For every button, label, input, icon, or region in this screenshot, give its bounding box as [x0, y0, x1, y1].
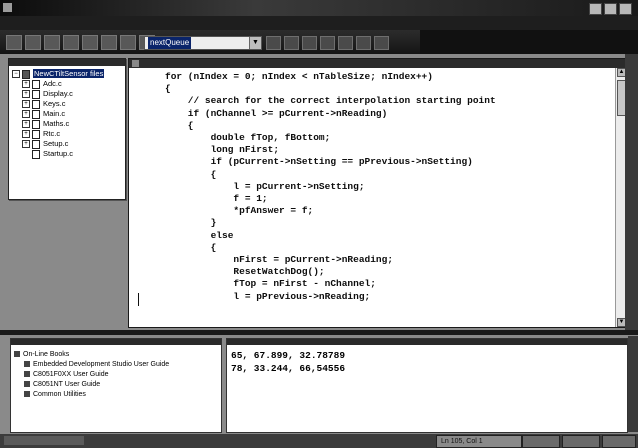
expand-icon[interactable]: +: [22, 100, 30, 109]
expand-icon[interactable]: +: [22, 130, 30, 139]
book-label: Common Utilities: [33, 391, 86, 398]
file-name: Startup.c: [43, 149, 74, 158]
file-tree: − NewCTiltSensor files + Adc.c + Display.c + K…: [9, 66, 125, 159]
file-name: Display.c: [43, 89, 73, 98]
new-file-icon[interactable]: [6, 35, 22, 50]
file-name: Main.c: [43, 109, 66, 118]
window-controls: [589, 3, 632, 15]
minimize-button[interactable]: [589, 3, 602, 15]
book-icon: [24, 371, 30, 378]
function-combo[interactable]: nextQueue ▼: [144, 36, 262, 50]
file-icon: [32, 119, 40, 129]
file-name: Setup.c: [43, 139, 69, 148]
book-item[interactable]: C8051F0XX User Guide: [14, 370, 221, 380]
editor-caption: [129, 59, 626, 68]
code-text[interactable]: for (nIndex = 0; nIndex < nTableSize; nI…: [165, 71, 496, 303]
expand-icon[interactable]: +: [22, 80, 30, 89]
paste-icon[interactable]: [101, 35, 117, 50]
chevron-down-icon[interactable]: ▼: [249, 37, 261, 49]
file-name: Maths.c: [43, 119, 70, 128]
workspace-panel: − NewCTiltSensor files + Adc.c + Display.c + K…: [8, 58, 126, 200]
app-icon: [3, 3, 12, 12]
editor-right-margin: [625, 54, 638, 330]
workspace-caption: [9, 59, 125, 66]
file-name: Rtc.c: [43, 129, 61, 138]
tree-file-item[interactable]: + Display.c: [12, 89, 125, 99]
book-icon: [24, 361, 30, 368]
books-root-label: On-Line Books: [23, 351, 70, 358]
expand-icon[interactable]: +: [22, 120, 30, 129]
step-icon[interactable]: [356, 36, 371, 50]
book-icon: [24, 381, 30, 388]
toolbar-icons: [6, 35, 155, 50]
collapse-icon[interactable]: −: [12, 70, 20, 79]
status-message: [4, 436, 84, 445]
pane-splitter[interactable]: [0, 330, 638, 335]
output-text: 65, 67.899, 32.78789 78, 33.244, 66,5455…: [231, 350, 346, 374]
output-window[interactable]: 65, 67.899, 32.78789 78, 33.244, 66,5455…: [226, 338, 628, 433]
download-icon[interactable]: [302, 36, 317, 50]
build-icon[interactable]: [284, 36, 299, 50]
tree-file-item[interactable]: Startup.c: [12, 149, 125, 159]
books-root[interactable]: On-Line Books: [14, 350, 221, 360]
maximize-button[interactable]: [604, 3, 617, 15]
book-item[interactable]: C8051NT User Guide: [14, 380, 221, 390]
file-icon: [32, 109, 40, 119]
build-toolbar: [266, 36, 389, 50]
text-caret: [138, 293, 139, 306]
run-icon[interactable]: [320, 36, 335, 50]
tree-file-item[interactable]: + Maths.c: [12, 119, 125, 129]
file-icon: [32, 139, 40, 149]
code-editor[interactable]: for (nIndex = 0; nIndex < nTableSize; nI…: [128, 58, 627, 328]
book-label: C8051NT User Guide: [33, 381, 101, 388]
toolbar-dark-area: [420, 30, 638, 54]
file-icon: [32, 99, 40, 109]
output-right-margin: [628, 336, 638, 432]
file-icon: [32, 149, 40, 159]
compile-icon[interactable]: [266, 36, 281, 50]
tree-file-item[interactable]: + Keys.c: [12, 99, 125, 109]
book-item[interactable]: Common Utilities: [14, 390, 221, 400]
tree-file-item[interactable]: + Adc.c: [12, 79, 125, 89]
book-label: C8051F0XX User Guide: [33, 371, 109, 378]
book-label: Embedded Development Studio User Guide: [33, 361, 170, 368]
tree-root-label: NewCTiltSensor files: [33, 69, 105, 78]
menu-bar[interactable]: [0, 16, 638, 30]
tree-file-item[interactable]: + Main.c: [12, 109, 125, 119]
stop-icon[interactable]: [338, 36, 353, 50]
undo-icon[interactable]: [120, 35, 136, 50]
toolbar: nextQueue ▼: [0, 30, 638, 54]
folder-icon: [22, 69, 30, 79]
status-bar: Ln 105, Col 1: [0, 434, 638, 448]
file-name: Adc.c: [43, 79, 62, 88]
document-icon: [132, 60, 139, 67]
save-icon[interactable]: [44, 35, 60, 50]
status-cell: [522, 435, 560, 448]
copy-icon[interactable]: [82, 35, 98, 50]
close-button[interactable]: [619, 3, 632, 15]
tree-file-item[interactable]: + Rtc.c: [12, 129, 125, 139]
status-cell: [602, 435, 636, 448]
expand-icon[interactable]: +: [22, 140, 30, 149]
expand-icon[interactable]: +: [22, 90, 30, 99]
cut-icon[interactable]: [63, 35, 79, 50]
cursor-position: Ln 105, Col 1: [436, 435, 522, 448]
function-combo-value: nextQueue: [148, 37, 192, 49]
file-name: Keys.c: [43, 99, 66, 108]
tree-root[interactable]: − NewCTiltSensor files: [12, 69, 125, 79]
open-file-icon[interactable]: [25, 35, 41, 50]
book-item[interactable]: Embedded Development Studio User Guide: [14, 360, 221, 370]
file-icon: [32, 79, 40, 89]
tree-file-item[interactable]: + Setup.c: [12, 139, 125, 149]
file-icon: [32, 129, 40, 139]
expand-icon[interactable]: +: [22, 110, 30, 119]
online-books-panel: On-Line Books Embedded Development Studi…: [10, 338, 222, 433]
book-icon: [24, 391, 30, 398]
book-icon: [14, 351, 20, 358]
status-cell: [562, 435, 600, 448]
breakpoint-icon[interactable]: [374, 36, 389, 50]
file-icon: [32, 89, 40, 99]
window-titlebar: [0, 0, 638, 16]
